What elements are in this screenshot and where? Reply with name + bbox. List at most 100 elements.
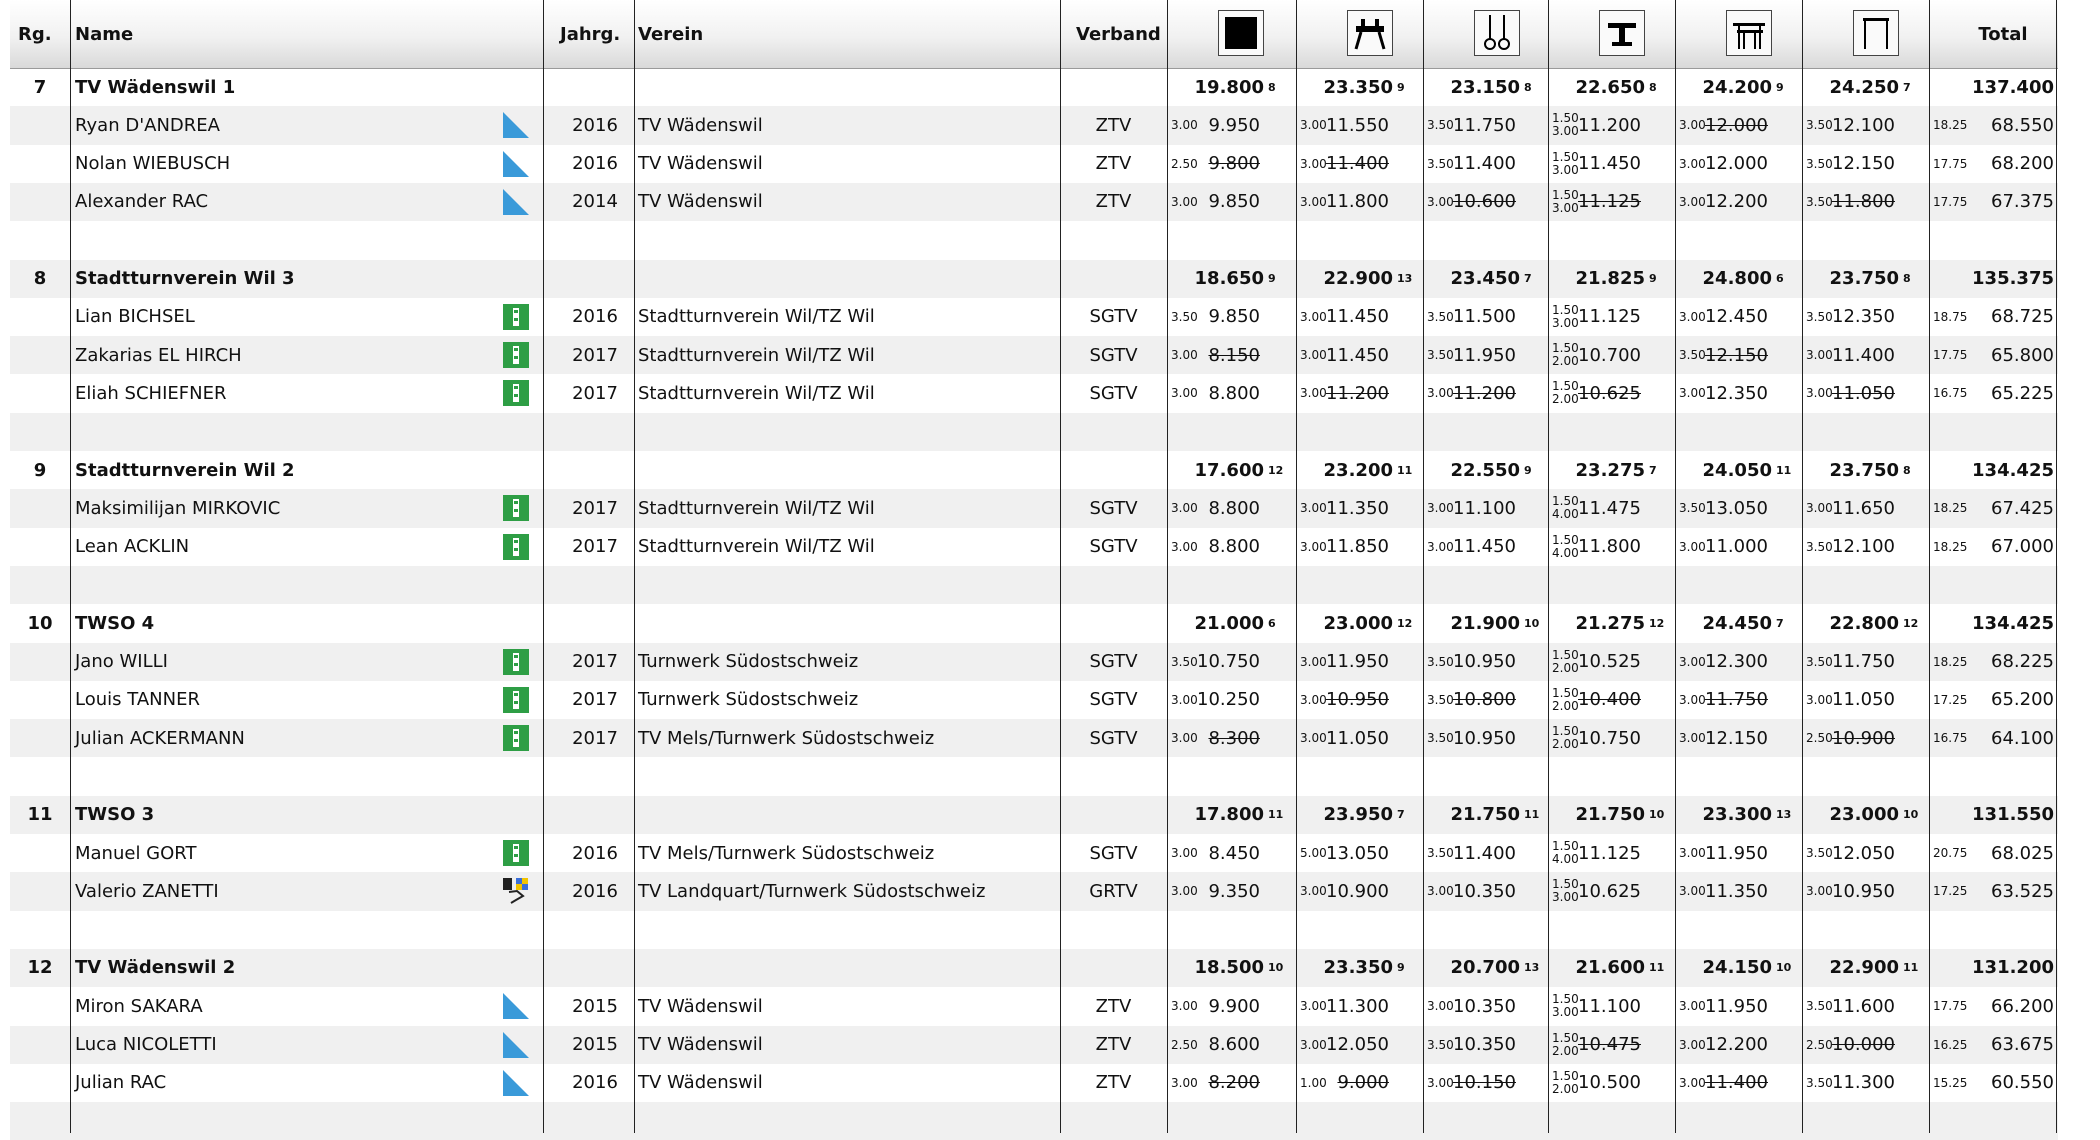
- struck-score: 8.300: [1208, 727, 1260, 749]
- gymnast-name[interactable]: Lian BICHSEL: [75, 298, 475, 336]
- header-total[interactable]: Total: [1932, 0, 2074, 68]
- gymnast-row[interactable]: Eliah SCHIEFNER 2017 Stadtturnverein Wil/T…: [10, 374, 2058, 412]
- column-divider: [1060, 0, 1061, 1133]
- gymnast-row[interactable]: Luca NICOLETTI 2015 TV Wädenswil ZTV 2.50 8.6…: [10, 1025, 2058, 1064]
- score-value: 11.750: [1832, 651, 1895, 672]
- apparatus-score: 10.750: [1548, 719, 1641, 757]
- gymnast-name[interactable]: Zakarias EL HIRCH: [75, 336, 475, 374]
- spacer-row: [10, 911, 2058, 949]
- gymnast-year: 2017: [572, 689, 618, 711]
- gymnast-name[interactable]: Lean ACKLIN: [75, 528, 475, 566]
- apparatus-score: 11.750: [1423, 106, 1516, 144]
- gymnast-row[interactable]: Julian RAC 2016 TV Wädenswil ZTV 3.00 8.200 1.…: [10, 1064, 2058, 1102]
- score-value: 11.300: [1832, 1072, 1895, 1094]
- struck-score: 11.200: [1326, 382, 1389, 404]
- team-apparatus-rank: 12: [1649, 616, 1665, 630]
- gymnast-name[interactable]: Alexander RAC: [75, 183, 475, 221]
- apparatus-score: 8.200: [1167, 1064, 1260, 1102]
- column-divider: [2056, 0, 2057, 1133]
- team-name[interactable]: TV Wädenswil 1: [75, 68, 535, 106]
- gymnast-row[interactable]: Lean ACKLIN 2017 Stadtturnverein Wil/TZ Wi…: [10, 528, 2058, 566]
- team-apparatus-score: 22.550: [1450, 459, 1520, 481]
- header-rank[interactable]: Rg.: [18, 0, 70, 68]
- score-value: 13.050: [1705, 497, 1768, 519]
- gymnast-name[interactable]: Jano WILLI: [75, 643, 475, 681]
- gymnast-row[interactable]: Zakarias EL HIRCH 2017 Stadtturnverein Wil…: [10, 336, 2058, 375]
- team-name[interactable]: Stadtturnverein Wil 3: [75, 260, 535, 298]
- gymnast-row[interactable]: Louis TANNER 2017 Turnwerk Südostschweiz SG…: [10, 681, 2058, 719]
- apparatus-score: 9.850: [1167, 298, 1260, 336]
- floor-icon-graphic: [1224, 17, 1257, 49]
- stgallen-flag-icon: [503, 686, 529, 713]
- gymnast-row[interactable]: Maksimilijan MIRKOVIC 2017 Stadtturnverein…: [10, 489, 2058, 528]
- gymnast-row[interactable]: Manuel GORT 2016 TV Mels/Turnwerk Südostsc…: [10, 834, 2058, 872]
- struck-score: 8.150: [1208, 344, 1260, 366]
- gymnast-row[interactable]: Lian BICHSEL 2016 Stadtturnverein Wil/TZ W…: [10, 298, 2058, 336]
- gymnast-year: 2014: [572, 191, 618, 213]
- team-name[interactable]: TWSO 4: [75, 604, 535, 642]
- team-apparatus-score: 23.750: [1829, 268, 1899, 289]
- gymnast-name[interactable]: Maksimilijan MIRKOVIC: [75, 489, 475, 527]
- header-association[interactable]: Verband: [1076, 0, 1166, 68]
- team-name[interactable]: Stadtturnverein Wil 2: [75, 451, 535, 489]
- gymnast-name[interactable]: Louis TANNER: [75, 681, 475, 719]
- gymnast-row[interactable]: Nolan WIEBUSCH 2016 TV Wädenswil ZTV 2.50 9.8…: [10, 145, 2058, 183]
- apparatus-score: 12.200: [1675, 183, 1768, 221]
- apparatus-score: 10.750: [1167, 643, 1260, 681]
- gymnast-row[interactable]: Alexander RAC 2014 TV Wädenswil ZTV 3.00 9.85…: [10, 182, 2058, 222]
- high-bar-icon[interactable]: [1852, 10, 1899, 56]
- gymnast-name[interactable]: Julian RAC: [75, 1064, 475, 1102]
- gymnast-row[interactable]: Jano WILLI 2017 Turnwerk Südostschweiz SGTV…: [10, 642, 2058, 681]
- gymnast-row[interactable]: Miron SAKARA 2015 TV Wädenswil ZTV 3.00 9.900…: [10, 987, 2058, 1025]
- team-row[interactable]: 12 TV Wädenswil 2 18.500 10 23.350 9 20.700 13 2…: [10, 948, 2058, 988]
- apparatus-score: 12.150: [1802, 145, 1895, 183]
- gymnast-name[interactable]: Nolan WIEBUSCH: [75, 145, 475, 183]
- gymnast-total: 65.200: [1991, 689, 2054, 711]
- team-row[interactable]: 10 TWSO 4 21.000 6 23.000 12 21.900 10 21.275 12 2…: [10, 604, 2058, 642]
- struck-score: 11.800: [1832, 191, 1895, 213]
- apparatus-score: 11.650: [1802, 489, 1895, 527]
- gymnast-name[interactable]: Miron SAKARA: [75, 987, 475, 1025]
- gymnast-row[interactable]: Ryan D'ANDREA 2016 TV Wädenswil ZTV 3.00 9.95…: [10, 106, 2058, 145]
- apparatus-score: 12.050: [1296, 1026, 1389, 1064]
- team-apparatus-score: 21.750: [1450, 804, 1520, 826]
- header-name[interactable]: Name: [75, 0, 475, 68]
- rings-icon[interactable]: [1473, 10, 1520, 56]
- gymnast-name[interactable]: Ryan D'ANDREA: [75, 106, 475, 144]
- score-value: 9.950: [1208, 114, 1260, 136]
- gymnast-total: 64.100: [1991, 727, 2054, 749]
- team-total: 134.425: [1972, 459, 2054, 481]
- gymnast-name[interactable]: Valerio ZANETTI: [75, 872, 475, 910]
- gymnast-total: 67.425: [1991, 497, 2054, 519]
- apparatus-score: 9.900: [1167, 987, 1260, 1025]
- team-name[interactable]: TWSO 3: [75, 796, 535, 834]
- gymnast-name[interactable]: Julian ACKERMANN: [75, 719, 475, 757]
- apparatus-score: 10.600: [1423, 183, 1516, 221]
- floor-icon[interactable]: [1217, 10, 1264, 56]
- gymnast-total: 66.200: [1991, 995, 2054, 1017]
- team-row[interactable]: 9 Stadtturnverein Wil 2 17.600 12 23.200 11 22…: [10, 451, 2058, 489]
- team-row[interactable]: 11 TWSO 3 17.800 11 23.950 7 21.750 11 21.750 10 2…: [10, 795, 2058, 834]
- vault-icon[interactable]: [1598, 10, 1645, 56]
- gymnast-club: Stadtturnverein Wil/TZ Wil: [638, 306, 875, 328]
- gymnast-row[interactable]: Valerio ZANETTI 2016 TV Landquart/Turnwerk…: [10, 872, 2058, 911]
- gymnast-name[interactable]: Luca NICOLETTI: [75, 1026, 475, 1064]
- spacer-row: [10, 221, 2058, 259]
- gymnast-name[interactable]: Manuel GORT: [75, 834, 475, 872]
- team-row[interactable]: 8 Stadtturnverein Wil 3 18.650 9 22.900 13 23.…: [10, 259, 2058, 298]
- apparatus-score: 10.000: [1802, 1026, 1895, 1064]
- apparatus-score: 11.050: [1296, 719, 1389, 757]
- header-year[interactable]: Jahrg.: [560, 0, 640, 68]
- gymnast-name[interactable]: Eliah SCHIEFNER: [75, 374, 475, 412]
- team-name[interactable]: TV Wädenswil 2: [75, 949, 535, 987]
- header-club[interactable]: Verein: [638, 0, 938, 68]
- pommel-horse-icon[interactable]: [1346, 10, 1393, 56]
- score-value: 9.850: [1208, 191, 1260, 213]
- score-value: 12.050: [1326, 1034, 1389, 1055]
- apparatus-score: 11.850: [1296, 528, 1389, 566]
- struck-score: 8.200: [1208, 1072, 1260, 1094]
- team-row[interactable]: 7 TV Wädenswil 1 19.800 8 23.350 9 23.150 8 22.6…: [10, 68, 2058, 106]
- gymnast-association: SGTV: [1089, 536, 1138, 558]
- gymnast-row[interactable]: Julian ACKERMANN 2017 TV Mels/Turnwerk Süd…: [10, 719, 2058, 758]
- parallel-bars-icon[interactable]: [1725, 10, 1772, 56]
